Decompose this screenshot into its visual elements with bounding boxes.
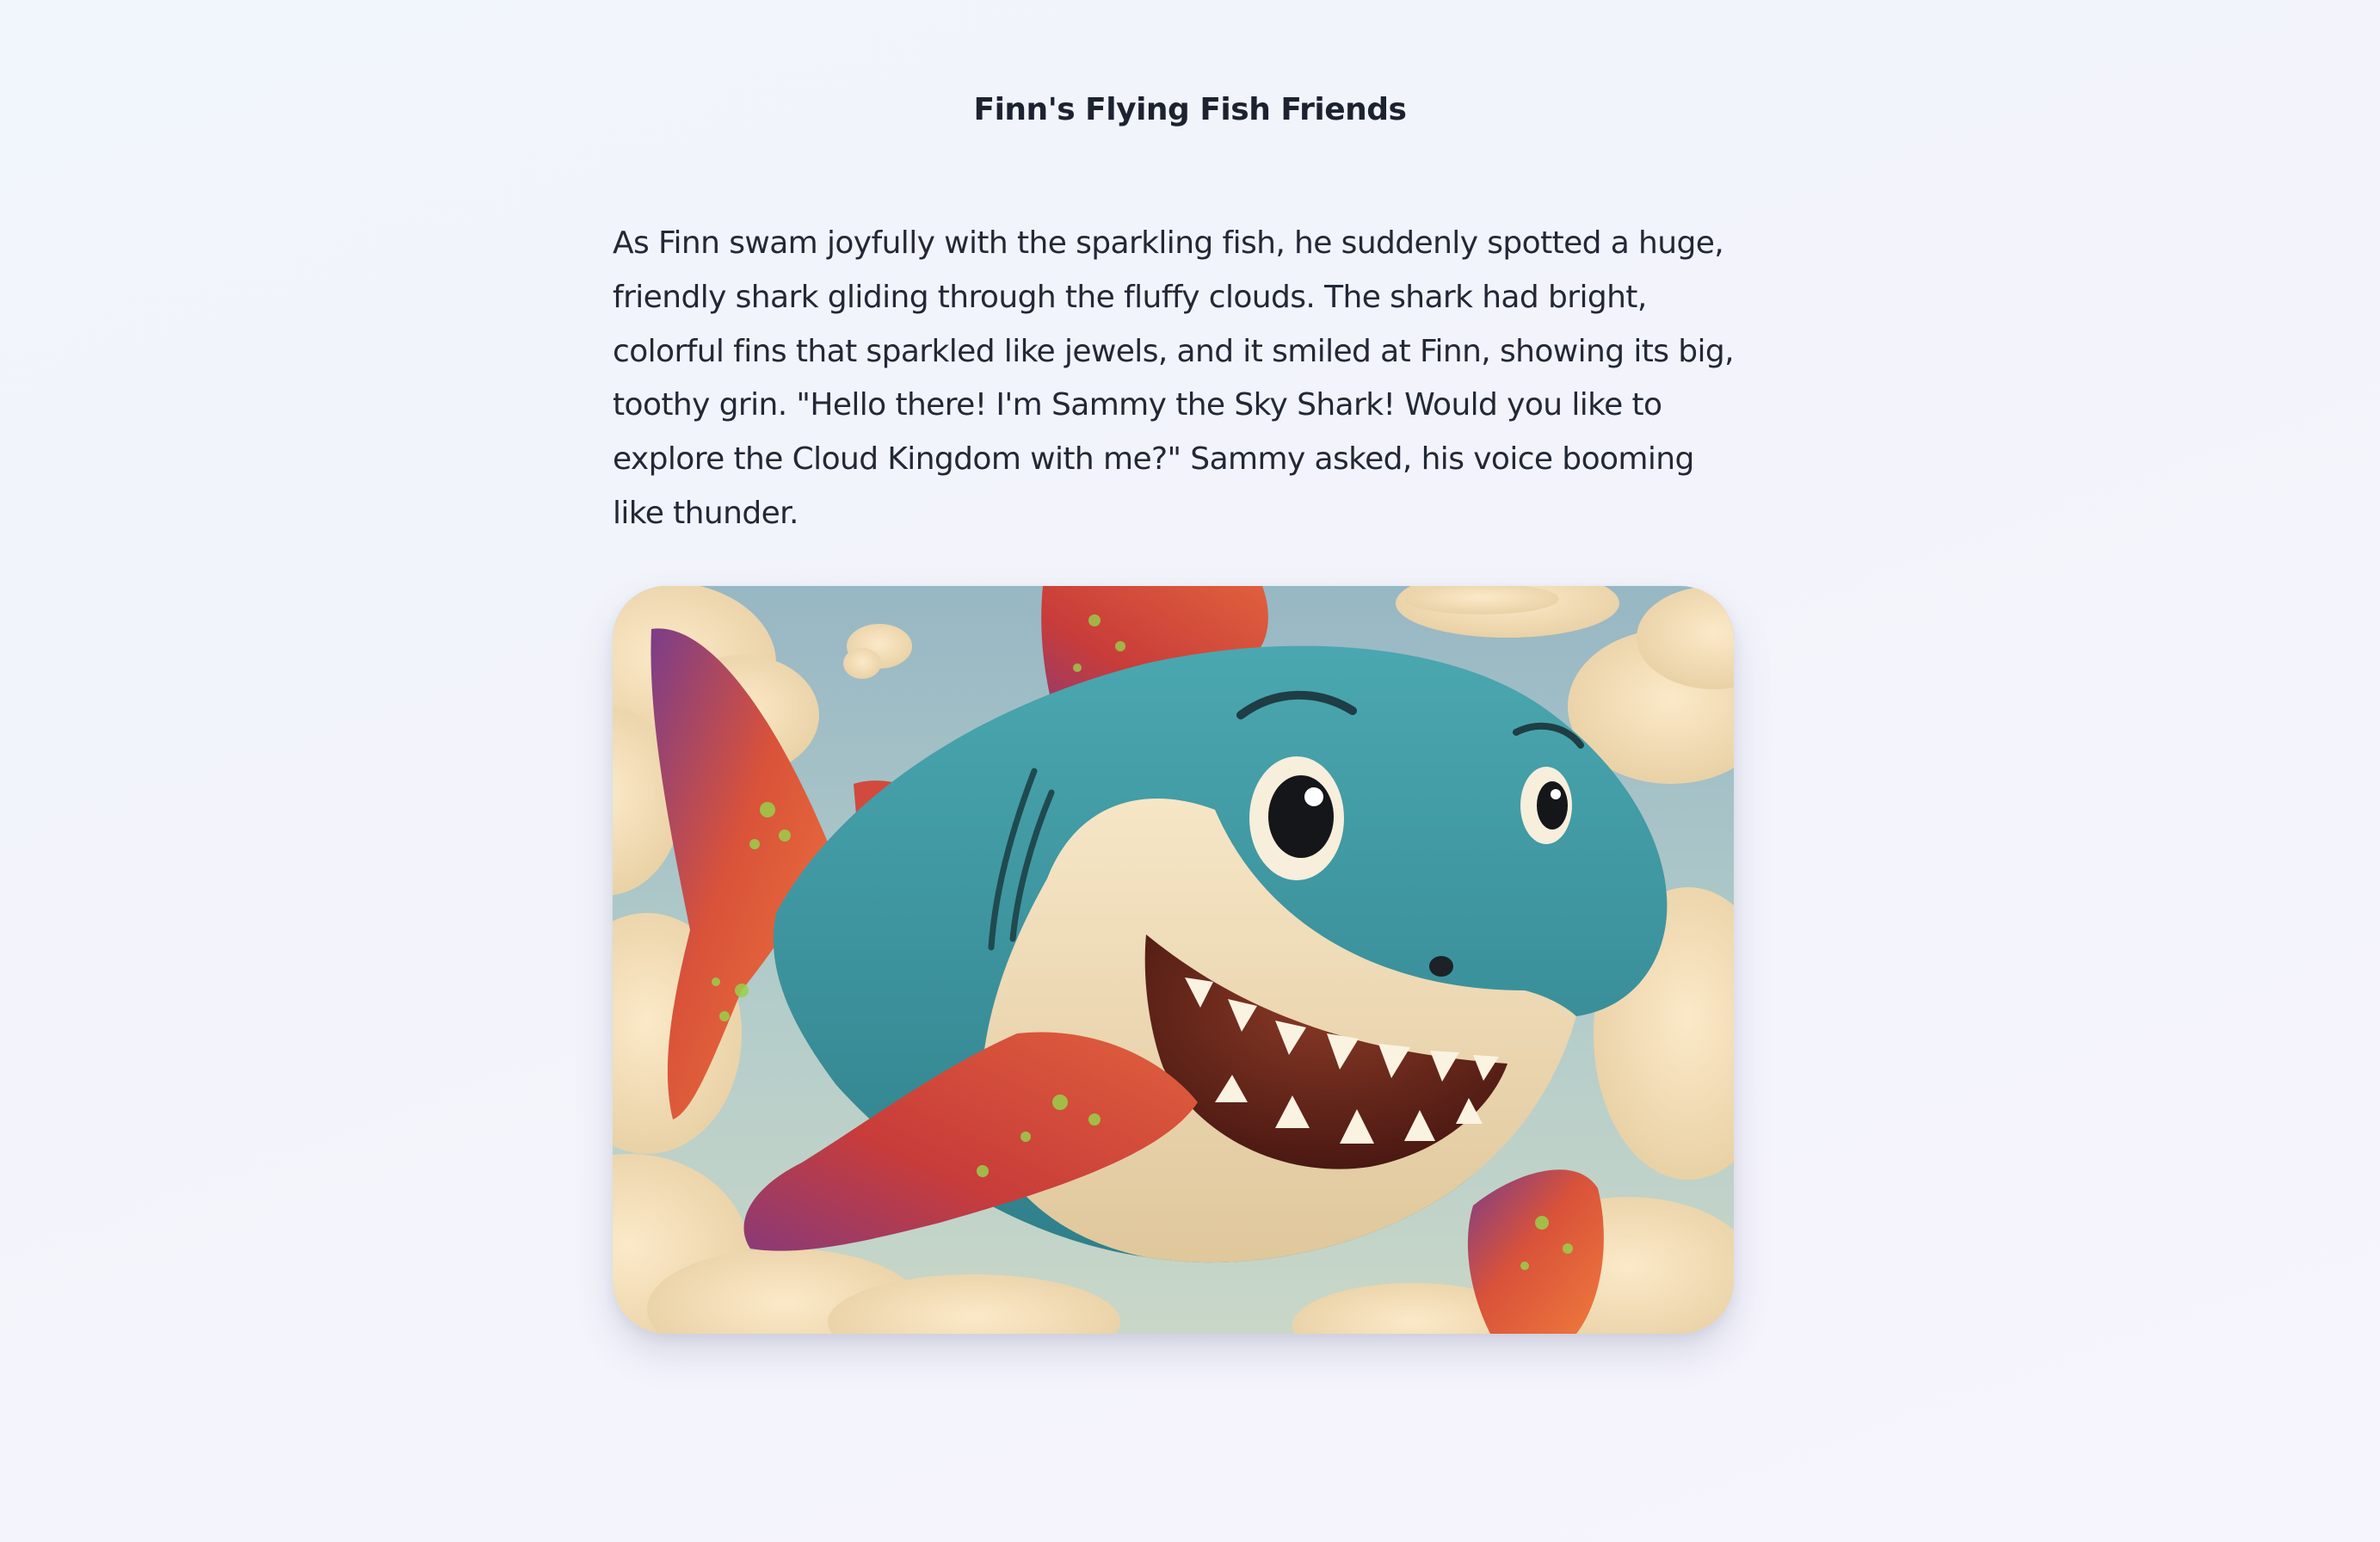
story-paragraph: As Finn swam joyfully with the sparkling… bbox=[613, 225, 1735, 531]
page-title: Finn's Flying Fish Friends bbox=[973, 92, 1408, 128]
story-illustration bbox=[613, 586, 1734, 1334]
sky-shark-illustration bbox=[613, 586, 1734, 1334]
